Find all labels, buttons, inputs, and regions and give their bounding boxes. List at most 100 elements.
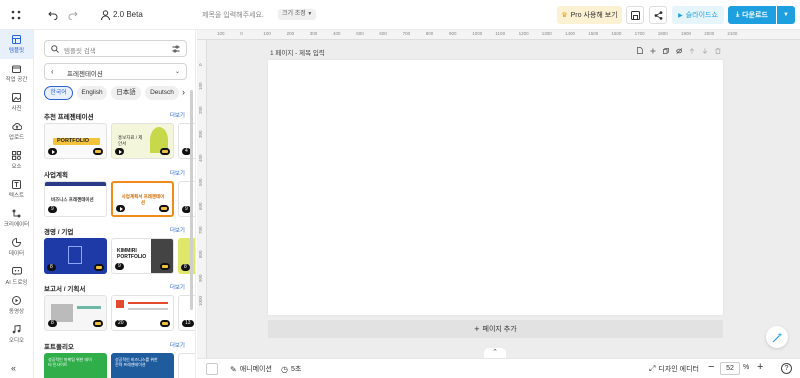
more-link[interactable]: 더보기: [170, 283, 185, 291]
trash-icon[interactable]: [715, 47, 721, 55]
left-rail: 템플릿 작업 공간 사진 업로드 요소 텍스트 크리에이터 데이터 AI 드로잉…: [0, 30, 34, 378]
note-icon[interactable]: [637, 46, 643, 55]
ruler-tick: 100: [217, 31, 225, 36]
slide-page[interactable]: [268, 60, 723, 315]
section-title: 추천 프레젠테이션: [44, 114, 94, 121]
rail-item-video[interactable]: 동영상: [0, 291, 33, 320]
more-link[interactable]: 더보기: [170, 341, 185, 349]
template-thumb[interactable]: 비즈니스 프레젠테이션 9: [44, 181, 107, 217]
section-title: 경영 / 기업: [44, 229, 74, 236]
undo-icon[interactable]: [47, 9, 59, 21]
slideshow-button[interactable]: ▶ 슬라이드쇼: [672, 6, 724, 24]
ruler-tick: 1700: [634, 31, 645, 36]
animation-button[interactable]: ✎ 애니메이션: [230, 364, 272, 374]
data-icon: [12, 238, 21, 247]
bottom-bar: ✎ 애니메이션 ◷ 5초 ⤢ 디자인 에디터 − 52 % + ?: [197, 358, 800, 378]
rail-item-elements[interactable]: 요소: [0, 146, 33, 175]
lang-tab-korean[interactable]: 한국어: [44, 86, 73, 100]
rail-item-upload[interactable]: 업로드: [0, 117, 33, 146]
share-icon[interactable]: [649, 6, 667, 24]
more-link[interactable]: 더보기: [170, 226, 185, 234]
template-thumb[interactable]: 성공적인 마케팅 위한 데이터 인사이트: [44, 353, 107, 378]
template-thumb[interactable]: KIMMIRI PORTFOLIO 9: [111, 238, 174, 274]
rail-item-photo[interactable]: 사진: [0, 88, 33, 117]
rail-item-data[interactable]: 데이터: [0, 233, 33, 262]
size-adjust-button[interactable]: 크기 조정 ▼: [278, 9, 317, 20]
animation-label: 애니메이션: [239, 366, 272, 373]
template-thumb[interactable]: 사업계획서 프레젠테이션: [111, 181, 174, 217]
ruler-tick: 500: [198, 178, 203, 186]
rail-label: 작업 공간: [5, 77, 28, 83]
add-page-button[interactable]: + 페이지 추가: [268, 320, 723, 338]
template-thumb[interactable]: 8: [44, 295, 107, 331]
rail-item-workspace[interactable]: 작업 공간: [0, 59, 33, 88]
design-editor-button[interactable]: ⤢ 디자인 에디터: [649, 364, 699, 374]
arrow-down-icon[interactable]: [702, 47, 708, 55]
template-thumb[interactable]: 8: [178, 238, 195, 274]
search-box[interactable]: 템플릿 검색: [44, 40, 187, 57]
help-icon[interactable]: ?: [781, 363, 792, 374]
crown-icon: [160, 320, 170, 327]
lang-tab-english[interactable]: English: [77, 86, 107, 100]
apps-grid-icon[interactable]: [10, 9, 22, 21]
collapse-panel-icon[interactable]: «: [11, 363, 16, 373]
category-select[interactable]: ‹ 프레젠테이션 ⌄: [44, 63, 187, 80]
template-thumb[interactable]: 4: [178, 123, 195, 159]
rail-item-audio[interactable]: 오디오: [0, 320, 33, 349]
duplicate-icon[interactable]: [662, 47, 669, 55]
magic-wand-icon: [772, 332, 782, 342]
magic-button[interactable]: [766, 326, 788, 348]
thumb-text: KIMMIRI PORTFOLIO: [117, 248, 147, 260]
zoom-input[interactable]: 52: [720, 362, 740, 375]
ruler-tick: 100: [198, 82, 203, 90]
chevron-right-icon[interactable]: ›: [182, 87, 185, 97]
template-thumb[interactable]: 성공적인 비즈니스를 위한 전략 프레젠테이션: [111, 353, 174, 378]
panel-scrollbar[interactable]: [190, 90, 193, 310]
lang-tab-japanese[interactable]: 日本語: [111, 86, 141, 100]
template-thumb[interactable]: 13: [178, 295, 195, 331]
lang-tab-german[interactable]: Deutsch: [145, 86, 179, 100]
more-link[interactable]: 더보기: [170, 111, 185, 119]
redo-icon[interactable]: [67, 9, 79, 21]
template-thumb[interactable]: 8: [44, 238, 107, 274]
title-input[interactable]: 제목을 입력해주세요.: [202, 10, 264, 20]
save-icon[interactable]: [626, 6, 644, 24]
page-label[interactable]: 1 페이지 - 제목 입력: [270, 47, 325, 57]
filter-icon[interactable]: [172, 45, 180, 53]
search-input[interactable]: 템플릿 검색: [64, 45, 96, 55]
template-thumb[interactable]: 20: [111, 295, 174, 331]
collapse-bottom-icon[interactable]: ⌃: [484, 348, 506, 358]
chevron-down-icon: ▼: [307, 11, 313, 17]
zoom-out-button[interactable]: −: [708, 361, 714, 373]
template-thumb[interactable]: [178, 353, 195, 378]
download-button[interactable]: ⤓ 다운로드: [728, 6, 776, 24]
ruler-tick: 800: [425, 31, 434, 36]
rail-item-template[interactable]: 템플릿: [0, 30, 33, 59]
add-icon[interactable]: [650, 47, 656, 55]
page-count-badge: 13: [182, 320, 194, 327]
background-color-swatch[interactable]: [206, 363, 218, 375]
rail-item-text[interactable]: 텍스트: [0, 175, 33, 204]
chevron-left-icon[interactable]: ‹: [51, 67, 54, 76]
ruler-tick: 400: [333, 31, 341, 36]
rail-item-creator[interactable]: 크리에이터: [0, 204, 33, 233]
version-label: 2.0 Beta: [113, 10, 143, 19]
thumb-text: 성공적인 마케팅 위한 데이터 인사이트: [48, 357, 92, 367]
download-options-button[interactable]: ▼: [777, 6, 795, 24]
template-thumb[interactable]: PORTFOLIO: [44, 123, 107, 159]
page-count-badge: 20: [115, 320, 127, 327]
zoom-in-button[interactable]: +: [757, 361, 763, 373]
arrow-up-icon[interactable]: [689, 47, 695, 55]
more-link[interactable]: 더보기: [170, 169, 185, 177]
ruler-tick: 1200: [518, 31, 529, 36]
ruler-tick: 1400: [565, 31, 576, 36]
rail-item-ai-drawing[interactable]: AI 드로잉: [0, 262, 33, 291]
template-thumb[interactable]: 홍보자료 / 제안서: [111, 123, 174, 159]
hide-icon[interactable]: [675, 47, 683, 55]
ruler-tick: 1500: [588, 31, 599, 36]
crown-icon: ♛: [561, 12, 568, 19]
duration-button[interactable]: ◷ 5초: [281, 364, 301, 374]
template-thumb[interactable]: 9: [178, 181, 195, 217]
pro-trial-button[interactable]: ♛ Pro 사용해 보기: [557, 6, 622, 24]
page-count-badge: 8: [181, 264, 190, 271]
